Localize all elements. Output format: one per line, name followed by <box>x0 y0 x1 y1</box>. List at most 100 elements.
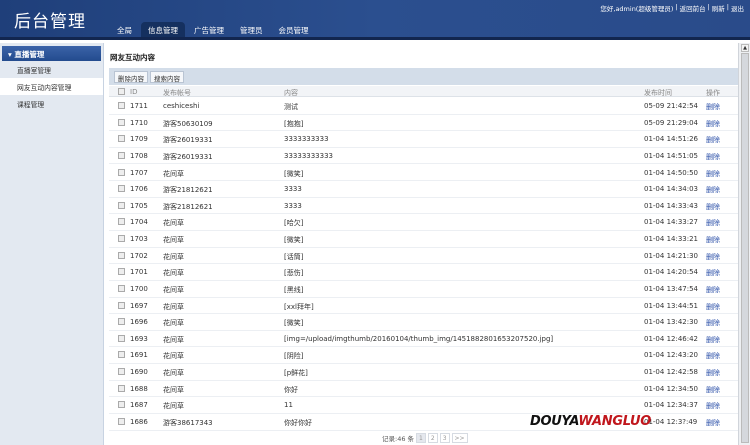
row-time: 01-04 12:42:58 <box>644 368 699 377</box>
page-button-2[interactable]: 2 <box>427 433 438 443</box>
separator: | <box>726 3 729 11</box>
user-greeting: 您好,admin(超级管理员) <box>600 5 674 13</box>
delete-link[interactable]: 删除 <box>706 135 720 145</box>
sidebar-item-2[interactable]: 课程管理 <box>0 95 103 112</box>
row-checkbox[interactable] <box>118 351 125 359</box>
row-checkbox[interactable] <box>118 301 125 309</box>
table-row: 1690 花间草 [p鲜花] 01-04 12:42:58 删除 <box>109 364 738 381</box>
row-time: 01-04 14:33:43 <box>644 201 699 210</box>
row-account: ceshiceshi <box>163 102 200 110</box>
row-content: [xxl拜年] <box>284 302 314 311</box>
refresh-link[interactable]: 刷新 <box>712 3 725 13</box>
logout-link[interactable]: 退出 <box>731 3 744 13</box>
row-checkbox[interactable] <box>118 268 125 276</box>
sidebar-item-0[interactable]: 直播室管理 <box>0 61 103 78</box>
delete-link[interactable]: 删除 <box>706 252 720 262</box>
delete-link[interactable]: 删除 <box>706 202 720 212</box>
delete-link[interactable]: 删除 <box>706 318 720 328</box>
delete-link[interactable]: 删除 <box>706 401 720 411</box>
main-content: 网友互动内容 删除内容 搜索内容 ID 发布帐号 内容 发布时间 操作 1711… <box>104 43 738 445</box>
delete-link[interactable]: 删除 <box>706 119 720 129</box>
page-button->>[interactable]: >> <box>451 433 468 443</box>
delete-link[interactable]: 删除 <box>706 335 720 345</box>
delete-content-button[interactable]: 删除内容 <box>114 71 148 83</box>
row-checkbox[interactable] <box>118 401 125 409</box>
search-content-button[interactable]: 搜索内容 <box>150 71 184 83</box>
row-checkbox[interactable] <box>118 235 125 243</box>
row-checkbox[interactable] <box>118 168 125 176</box>
sidebar-group-label: 直播管理 <box>14 50 45 59</box>
separator: | <box>675 3 678 11</box>
page-button-1[interactable]: 1 <box>416 433 426 443</box>
row-content: 3333 <box>284 201 302 210</box>
nav-tab-3[interactable]: 管理员 <box>233 22 270 37</box>
nav-tab-1[interactable]: 信息管理 <box>141 22 185 37</box>
delete-link[interactable]: 删除 <box>706 368 720 378</box>
delete-link[interactable]: 删除 <box>706 152 720 162</box>
row-checkbox[interactable] <box>118 318 125 326</box>
delete-link[interactable]: 删除 <box>706 351 720 361</box>
row-checkbox[interactable] <box>118 368 125 376</box>
row-checkbox[interactable] <box>118 417 125 425</box>
row-id: 1690 <box>130 368 148 377</box>
row-account: 花间草 <box>163 169 184 178</box>
table-row: 1705 游客21812621 3333 01-04 14:33:43 删除 <box>109 198 738 215</box>
row-time: 01-04 12:3?:49 <box>644 417 698 426</box>
row-checkbox[interactable] <box>118 384 125 392</box>
delete-link[interactable]: 删除 <box>706 218 720 228</box>
row-id: 1711 <box>130 102 148 110</box>
row-account: 花间草 <box>163 402 184 411</box>
table-row: 1688 花间草 你好 01-04 12:34:50 删除 <box>109 381 738 398</box>
select-all-checkbox[interactable] <box>118 88 125 95</box>
row-account: 花间草 <box>163 236 184 245</box>
table-row: 1706 游客21812621 3333 01-04 14:34:03 删除 <box>109 181 738 198</box>
sidebar: ▾ 直播管理 直播室管理 网友互动内容管理 课程管理 <box>0 43 104 445</box>
delete-link[interactable]: 删除 <box>706 235 720 245</box>
row-account: 花间草 <box>163 252 184 261</box>
delete-link[interactable]: 删除 <box>706 268 720 278</box>
page-button-3[interactable]: 3 <box>439 433 450 443</box>
header: 后台管理 全局 信息管理 广告管理 管理员 会员管理 您好,admin(超级管理员) |… <box>0 0 750 40</box>
row-checkbox[interactable] <box>118 151 125 159</box>
row-checkbox[interactable] <box>118 334 125 342</box>
scrollbar-thumb[interactable] <box>741 53 749 443</box>
sidebar-group-live[interactable]: ▾ 直播管理 <box>2 46 101 61</box>
user-bar: 您好,admin(超级管理员) | 返回前台 | 刷新 | 退出 <box>600 3 744 13</box>
row-content: 33333333333 <box>284 151 333 160</box>
table-row: 1696 花间草 [微笑] 01-04 13:42:30 删除 <box>109 314 738 331</box>
row-time: 05-09 21:42:54 <box>644 102 699 110</box>
delete-link[interactable]: 删除 <box>706 418 720 428</box>
row-checkbox[interactable] <box>118 218 125 226</box>
table-row: 1702 花间草 [话筒] 01-04 14:21:30 删除 <box>109 248 738 265</box>
row-checkbox[interactable] <box>118 185 125 193</box>
row-time: 01-04 12:34:50 <box>644 384 699 393</box>
nav-tab-2[interactable]: 广告管理 <box>187 22 231 37</box>
nav-tab-0[interactable]: 全局 <box>110 22 139 37</box>
delete-link[interactable]: 删除 <box>706 102 720 112</box>
col-action: 操作 <box>706 88 720 97</box>
delete-link[interactable]: 删除 <box>706 385 720 395</box>
row-checkbox[interactable] <box>118 251 125 259</box>
row-content: [img=/upload/imgthumb/20160104/thumb_img… <box>284 334 554 343</box>
row-content: 3333333333 <box>284 135 329 144</box>
row-account: 花间草 <box>163 285 184 294</box>
scrollbar[interactable]: ▲ <box>738 43 750 445</box>
row-checkbox[interactable] <box>118 201 125 209</box>
back-to-front-link[interactable]: 返回前台 <box>680 3 706 13</box>
nav-tab-4[interactable]: 会员管理 <box>272 22 316 37</box>
row-checkbox[interactable] <box>118 118 125 126</box>
row-checkbox[interactable] <box>118 284 125 292</box>
sidebar-item-1[interactable]: 网友互动内容管理 <box>0 78 103 95</box>
delete-link[interactable]: 删除 <box>706 302 720 312</box>
row-time: 01-04 12:43:20 <box>644 351 699 360</box>
delete-link[interactable]: 删除 <box>706 185 720 195</box>
scroll-up-icon[interactable]: ▲ <box>741 44 749 52</box>
row-checkbox[interactable] <box>118 102 125 109</box>
delete-link[interactable]: 删除 <box>706 285 720 295</box>
row-id: 1701 <box>130 268 148 277</box>
delete-link[interactable]: 删除 <box>706 169 720 179</box>
row-time: 05-09 21:29:04 <box>644 118 699 127</box>
row-account: 花间草 <box>163 269 184 278</box>
row-checkbox[interactable] <box>118 135 125 143</box>
table-row: 1693 花间草 [img=/upload/imgthumb/20160104/th… <box>109 331 738 348</box>
